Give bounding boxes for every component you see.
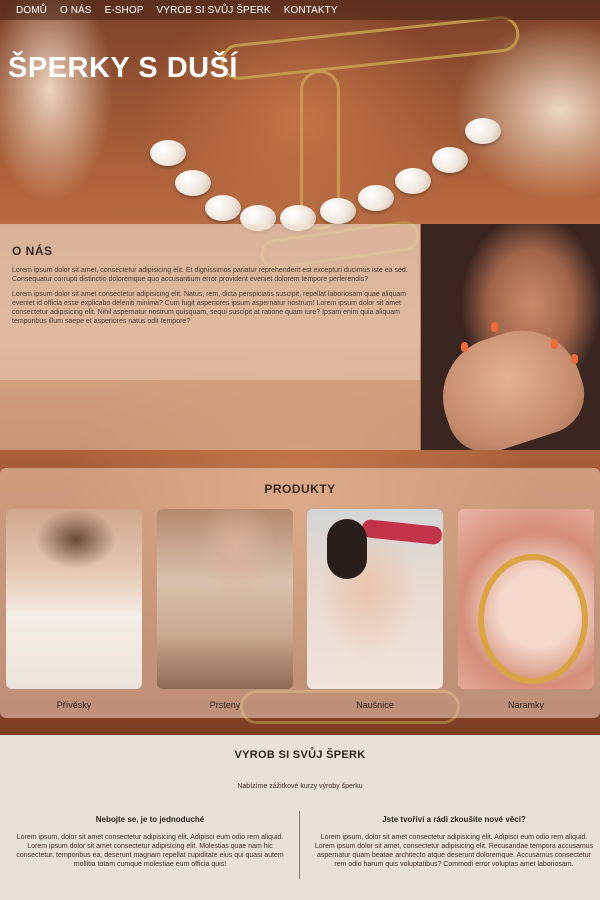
product-label-earrings[interactable]: Naušnice — [307, 700, 443, 710]
product-label-bracelets[interactable]: Náramky — [458, 700, 594, 710]
about-section-backdrop — [0, 380, 420, 450]
product-card-pendants[interactable] — [6, 509, 142, 689]
main-navigation: DOMŮ O NÁS E-SHOP VYROB SI SVŮJ ŠPERK KO… — [0, 0, 600, 20]
nav-link-home[interactable]: DOMŮ — [16, 5, 47, 16]
product-label-pendants[interactable]: Přívěsky — [6, 700, 142, 710]
nav-link-workshop[interactable]: VYROB SI SVŮJ ŠPERK — [157, 5, 271, 16]
hand-illustration — [427, 315, 595, 450]
pearl — [150, 140, 186, 166]
pearl — [175, 170, 211, 196]
product-card-bracelets[interactable] — [458, 509, 594, 689]
hair — [327, 519, 367, 579]
nav-link-contacts[interactable]: KONTAKTY — [284, 5, 338, 16]
products-heading: PRODUKTY — [264, 482, 336, 496]
nail — [571, 354, 578, 364]
about-photo — [421, 224, 600, 450]
pearl — [395, 168, 431, 194]
products-section: PRODUKTY Přívěsky Prsteny Naušnice Náram… — [0, 468, 600, 718]
workshop-column-left: Nebojte se, je to jednoduché Lorem ipsum… — [10, 815, 290, 869]
pearl — [358, 185, 394, 211]
pearl — [205, 195, 241, 221]
product-card-rings[interactable] — [157, 509, 293, 689]
about-paragraph: Lorem ipsum dolor sit amet, consectetur … — [12, 267, 408, 283]
pearl — [465, 118, 501, 144]
workshop-subtitle: Nabízíme zážitkové kurzy výroby šperku — [237, 783, 363, 790]
nav-link-about[interactable]: O NÁS — [60, 5, 92, 16]
mirror-frame — [478, 554, 588, 684]
nail — [461, 342, 468, 352]
necklace-chain — [218, 14, 522, 82]
workshop-left-heading: Nebojte se, je to jednoduché — [95, 815, 205, 824]
column-divider — [299, 811, 300, 879]
workshop-right-text: Lorem ipsum, dolor sit amet consectetur … — [314, 834, 594, 868]
sunglasses — [361, 518, 443, 546]
pearl — [432, 147, 468, 173]
about-section: O NÁS Lorem ipsum dolor sit amet, consec… — [0, 224, 420, 380]
workshop-section: VYROB SI SVŮJ ŠPERK Nabízíme zážitkové k… — [0, 735, 600, 900]
workshop-column-right: Jste tvořiví a rádi zkoušíte nové věci? … — [314, 815, 594, 869]
about-paragraph: Lorem ipsum dolor sit amet consectetur a… — [12, 291, 407, 325]
product-card-earrings[interactable] — [307, 509, 443, 689]
product-label-rings[interactable]: Prsteny — [157, 700, 293, 710]
workshop-right-heading: Jste tvořiví a rádi zkoušíte nové věci? — [382, 815, 526, 824]
pearl — [320, 198, 356, 224]
about-heading: O NÁS — [12, 244, 53, 258]
nav-link-eshop[interactable]: E-SHOP — [105, 5, 144, 16]
nail — [551, 339, 558, 349]
workshop-left-text: Lorem ipsum, dolor sit amet consectetur … — [16, 834, 284, 868]
workshop-heading: VYROB SI SVŮJ ŠPERK — [234, 749, 366, 761]
nail — [491, 322, 498, 332]
hero-title: ŠPERKY S DUŠÍ — [8, 52, 238, 84]
